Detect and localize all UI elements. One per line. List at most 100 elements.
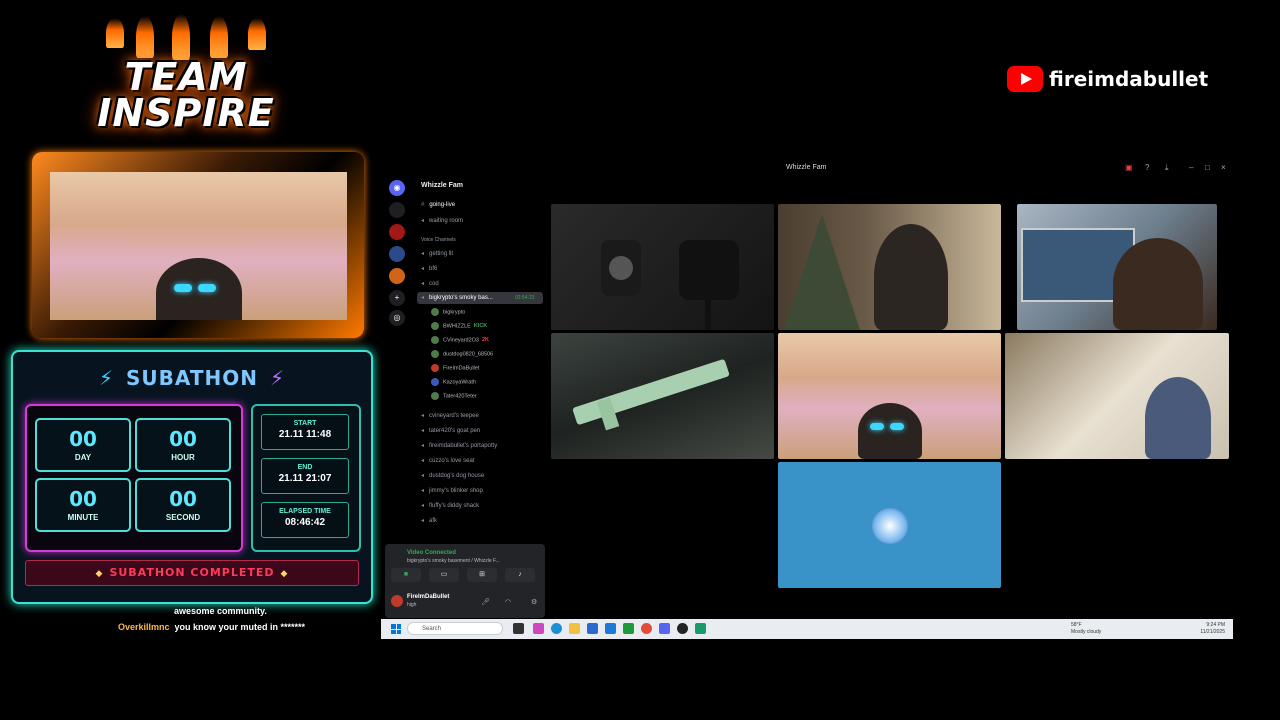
inbox-icon[interactable]: ▣: [1125, 163, 1133, 172]
voice-channel[interactable]: ◂ afk: [421, 517, 437, 524]
soundboard-button[interactable]: ♪: [505, 568, 535, 582]
voice-channel[interactable]: ◂ getting lit: [421, 250, 453, 257]
chrome-icon[interactable]: [641, 623, 652, 634]
trophy-icon: ◆: [280, 569, 289, 579]
discord-icon[interactable]: ◉: [389, 180, 405, 196]
voice-channels-header[interactable]: Voice Channels: [421, 237, 456, 243]
add-server-icon[interactable]: +: [389, 290, 405, 306]
help-icon[interactable]: ?: [1145, 163, 1149, 172]
video-tile[interactable]: [778, 204, 1001, 330]
voice-channel-active[interactable]: ◂ bigkrypto's smoky bas...: [421, 294, 493, 301]
clock-date: 11/21/2025: [1200, 629, 1225, 635]
youtube-channel-name: fireimdabullet: [1049, 67, 1209, 91]
voice-status-title: Video Connected: [407, 550, 456, 556]
voice-user[interactable]: bigkrypto: [431, 308, 465, 316]
channel-label: getting lit: [429, 251, 454, 257]
headphones-icon[interactable]: ◠: [505, 598, 511, 606]
gear-icon[interactable]: ⚙: [531, 598, 537, 606]
server-icon[interactable]: [389, 202, 405, 218]
chat-message-text: awesome community.: [174, 606, 267, 616]
voice-channel[interactable]: ◂ tater420's goat pen: [421, 427, 480, 434]
timer-hours-value: 00: [169, 427, 197, 451]
search-input[interactable]: Search: [407, 622, 503, 635]
speaker-icon: ◂: [421, 473, 425, 479]
speaker-icon: ◂: [421, 458, 425, 464]
end-label: END: [297, 464, 313, 471]
speaker-icon: ◂: [421, 266, 425, 272]
trophy-icon: ◆: [95, 569, 104, 579]
discord-window: Whizzle Fam ▣ ? ⤓ – □ × ◉ + ◎ Whizzle Fa…: [381, 160, 1233, 639]
lightning-icon: ⚡: [269, 366, 286, 390]
voice-channel[interactable]: ◂ cod: [421, 280, 439, 287]
app-icon[interactable]: [695, 623, 706, 634]
voice-channel[interactable]: ◂ dustdog's dog house: [421, 472, 484, 479]
video-tile[interactable]: [551, 204, 774, 330]
elapsed-label: ELAPSED TIME: [279, 508, 331, 515]
xbox-icon[interactable]: [623, 623, 634, 634]
server-icon[interactable]: [389, 268, 405, 284]
maximize-button[interactable]: □: [1205, 163, 1210, 172]
server-name[interactable]: Whizzle Fam: [421, 182, 463, 189]
voice-channel[interactable]: ◂ fireimdabullet's portapotty: [421, 442, 497, 449]
app-icon[interactable]: [605, 623, 616, 634]
edge-icon[interactable]: [551, 623, 562, 634]
video-tile[interactable]: [778, 333, 1001, 459]
avatar: [431, 308, 439, 316]
voice-user[interactable]: Tater420Teter: [431, 392, 477, 400]
channel-going-live[interactable]: # going-live: [421, 202, 455, 208]
voice-user[interactable]: BWHIZZLE KICK: [431, 322, 487, 330]
camera-button[interactable]: ■: [391, 568, 421, 582]
speaker-icon: ◂: [421, 518, 425, 524]
voice-channel[interactable]: ◂ bf6: [421, 265, 437, 272]
elapsed-value: 08:46:42: [284, 517, 326, 528]
store-icon[interactable]: [587, 623, 598, 634]
discord-icon[interactable]: [659, 623, 670, 634]
file-explorer-icon[interactable]: [569, 623, 580, 634]
server-icon[interactable]: [389, 246, 405, 262]
video-tile-avatar[interactable]: [778, 462, 1001, 588]
voice-user[interactable]: CVineyard2O3 2K: [431, 336, 489, 344]
voice-channel[interactable]: ◂ cuzzo's love seat: [421, 457, 475, 464]
channel-waiting-room[interactable]: ◂ waiting room: [421, 217, 463, 224]
video-tile[interactable]: [1005, 333, 1229, 459]
youtube-channel-badge: fireimdabullet: [1007, 65, 1208, 93]
avatar: [872, 508, 908, 544]
voice-status-subtitle[interactable]: bigkrypto's smoky basement / Whizzle F..…: [407, 558, 500, 564]
voice-channel[interactable]: ◂ fluffy's diddy shack: [421, 502, 479, 509]
close-button[interactable]: ×: [1221, 163, 1226, 172]
avatar[interactable]: [391, 595, 403, 607]
timer-minutes-value: 00: [69, 487, 97, 511]
speaker-icon: ◂: [421, 218, 425, 224]
voice-user-name: BWHIZZLE: [443, 323, 471, 330]
explore-icon[interactable]: ◎: [389, 310, 405, 326]
minimize-button[interactable]: –: [1189, 163, 1193, 172]
voice-user-name: Tater420Teter: [443, 393, 477, 400]
voice-channel[interactable]: ◂ cvineyard's teepee: [421, 412, 479, 419]
app-icon[interactable]: [533, 623, 544, 634]
weather-temp: 58°F: [1071, 622, 1082, 628]
timer-days-label: DAY: [74, 453, 92, 462]
screenshare-button[interactable]: ▭: [429, 568, 459, 582]
voice-user-tag: KICK: [473, 323, 488, 330]
video-tile[interactable]: [1017, 204, 1217, 330]
app-icon[interactable]: [677, 623, 688, 634]
server-icon[interactable]: [389, 224, 405, 240]
voice-user[interactable]: KazoyaWrath: [431, 378, 476, 386]
timer-seconds-label: SECOND: [165, 513, 201, 522]
timer-seconds-value: 00: [169, 487, 197, 511]
voice-user[interactable]: FireImDaBullet: [431, 364, 479, 372]
system-clock[interactable]: 9:24 PM 11/21/2025: [1200, 622, 1225, 636]
task-view-icon[interactable]: [513, 623, 524, 634]
team-inspire-logo: TEAM INSPIRE: [88, 14, 284, 132]
voice-user[interactable]: dustdog0820_68506: [431, 350, 493, 358]
activities-button[interactable]: ⊞: [467, 568, 497, 582]
weather-widget[interactable]: 58°F Mostly cloudy: [1071, 622, 1101, 636]
video-tile[interactable]: [551, 333, 774, 459]
download-icon[interactable]: ⤓: [1165, 163, 1169, 173]
avatar: [431, 364, 439, 372]
mic-icon[interactable]: 🎤︎: [481, 598, 490, 606]
channel-label: going-live: [429, 202, 456, 208]
channel-label: fireimdabullet's portapotty: [429, 443, 498, 449]
windows-icon[interactable]: [391, 624, 401, 634]
voice-channel[interactable]: ◂ jimmy's blinker shop: [421, 487, 483, 494]
